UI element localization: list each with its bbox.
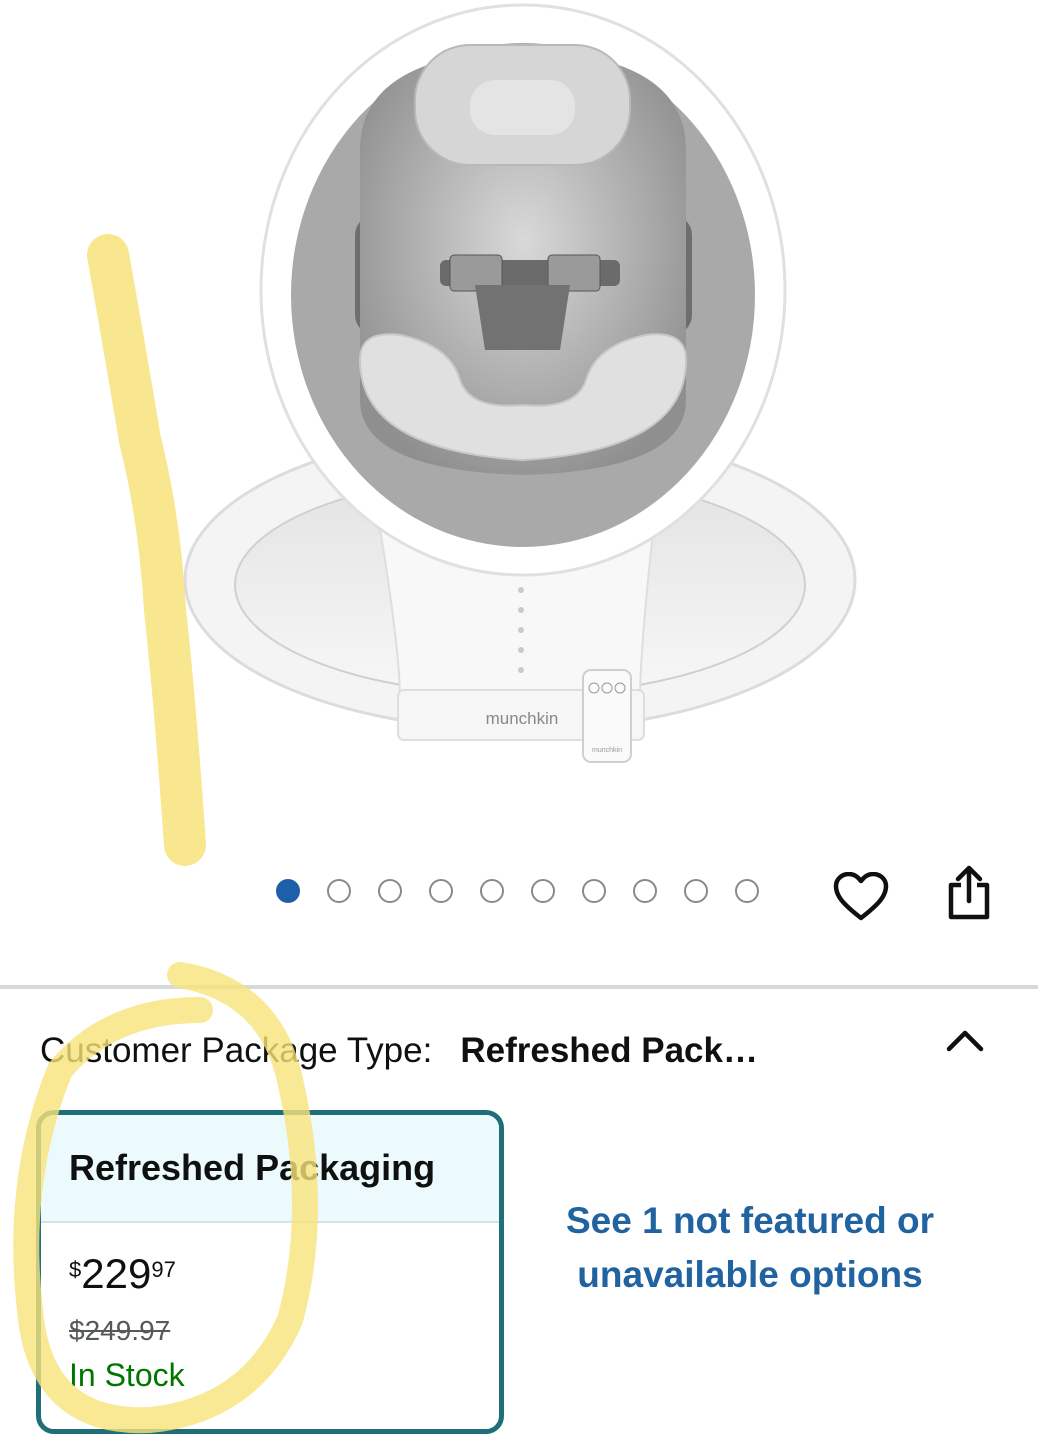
- unavailable-options-link[interactable]: See 1 not featured or unavailable option…: [560, 1194, 940, 1302]
- base-brand-logo: munchkin: [486, 709, 559, 728]
- variation-selected-value: Refreshed Pack…: [460, 1031, 758, 1070]
- section-divider: [0, 985, 1038, 989]
- product-page: munchkin munchkin Customer Package Type:…: [0, 0, 1038, 1440]
- option-title: Refreshed Packaging: [69, 1147, 436, 1188]
- chevron-up-icon: [946, 1030, 984, 1052]
- option-card-header: Refreshed Packaging: [41, 1115, 499, 1223]
- option-price: $ 229 97: [69, 1251, 499, 1301]
- collapse-button[interactable]: [940, 1018, 990, 1062]
- variation-selector[interactable]: Customer Package Type: Refreshed Pack…: [40, 1026, 1000, 1076]
- favorite-button[interactable]: [830, 866, 892, 928]
- pager-dot[interactable]: [276, 879, 300, 903]
- pager-dot[interactable]: [327, 879, 351, 903]
- pager-dot[interactable]: [531, 879, 555, 903]
- price-symbol: $: [69, 1257, 82, 1282]
- image-pager: [276, 877, 759, 905]
- pager-dot[interactable]: [735, 879, 759, 903]
- pager-dot[interactable]: [582, 879, 606, 903]
- share-icon: [948, 865, 990, 920]
- product-image[interactable]: munchkin munchkin: [0, 0, 1038, 860]
- share-button[interactable]: [940, 862, 998, 924]
- list-price: $249.97: [69, 1315, 171, 1346]
- price-whole: 229: [81, 1250, 152, 1297]
- option-card-body: $ 229 97 $249.97 In Stock: [41, 1223, 499, 1394]
- pager-dot[interactable]: [633, 879, 657, 903]
- variation-option-card[interactable]: Refreshed Packaging $ 229 97 $249.97 In …: [36, 1110, 504, 1434]
- stock-status: In Stock: [69, 1357, 185, 1393]
- pager-dot[interactable]: [378, 879, 402, 903]
- pager-dot[interactable]: [684, 879, 708, 903]
- baby-swing-illustration: munchkin munchkin: [183, 3, 857, 763]
- variation-label: Customer Package Type:: [40, 1031, 433, 1070]
- remote-brand-logo: munchkin: [592, 747, 622, 754]
- price-fraction: 97: [151, 1257, 176, 1282]
- heart-icon: [833, 872, 889, 921]
- pager-dot[interactable]: [480, 879, 504, 903]
- pager-dot[interactable]: [429, 879, 453, 903]
